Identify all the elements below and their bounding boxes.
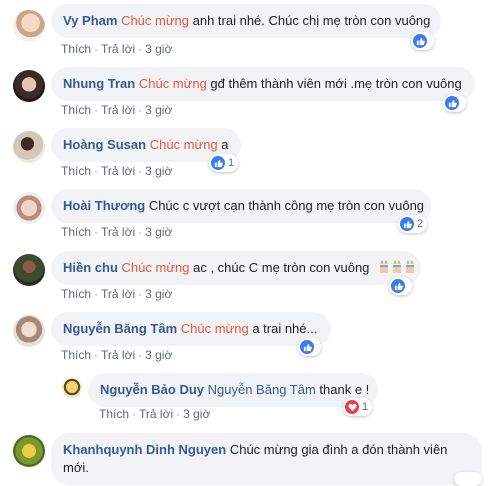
reply-link[interactable]: Trả lời bbox=[101, 287, 135, 301]
comment-bubble: Nguyễn Băng Tâm Chúc mừng a trai nhé... bbox=[51, 312, 331, 346]
like-icon bbox=[300, 340, 314, 354]
comment-time[interactable]: 3 giờ bbox=[145, 103, 172, 117]
like-link[interactable]: Thích bbox=[61, 103, 91, 117]
comment-bubble: Hoài Thương Chúc c vượt cạn thành công m… bbox=[51, 189, 431, 223]
comment-text: anh trai nhé. Chúc chị mẹ tròn con vuông bbox=[189, 13, 431, 28]
separator: · bbox=[94, 103, 99, 117]
like-icon bbox=[400, 217, 414, 231]
separator: · bbox=[138, 225, 143, 239]
comment-text: gđ thêm thành viên mới .mẹ tròn con vuôn… bbox=[206, 76, 462, 91]
reaction-badge[interactable]: 1 bbox=[209, 154, 239, 172]
avatar[interactable] bbox=[13, 131, 45, 163]
comment-text: Chúc c vượt cạn thành công mẹ tròn con v… bbox=[145, 198, 425, 213]
comment-bubble: Khanhquynh Dinh Nguyen Chúc mừng gia đìn… bbox=[51, 433, 482, 485]
reaction-badge[interactable] bbox=[389, 277, 412, 295]
separator: · bbox=[138, 287, 143, 301]
comment-actions: Thích · Trả lời · 3 giờ bbox=[61, 224, 172, 240]
comment-bubble: Hiền chu Chúc mừng ac , chúc C mẹ tròn c… bbox=[51, 251, 421, 285]
separator: · bbox=[176, 407, 181, 421]
reaction-count: 2 bbox=[417, 218, 424, 230]
separator: · bbox=[94, 164, 99, 178]
party-emoji-icon bbox=[377, 260, 416, 275]
avatar[interactable] bbox=[13, 10, 45, 42]
like-link[interactable]: Thích bbox=[61, 42, 91, 56]
comment-author[interactable]: Vy Pham bbox=[63, 13, 117, 28]
separator: · bbox=[138, 42, 143, 56]
reply-author[interactable]: Nguyễn Bảo Duy bbox=[100, 382, 204, 397]
comment-time[interactable]: 3 giờ bbox=[145, 225, 172, 239]
reaction-badge[interactable] bbox=[298, 338, 321, 356]
comment-actions: Thích · Trả lời · 3 giờ bbox=[61, 347, 172, 363]
avatar[interactable] bbox=[13, 435, 45, 467]
comment-text: a trai nhé... bbox=[248, 321, 318, 336]
comment-author[interactable]: Nhung Tran bbox=[63, 76, 135, 91]
reaction-badge[interactable] bbox=[411, 32, 434, 50]
reply-link[interactable]: Trả lời bbox=[101, 348, 135, 362]
like-icon bbox=[391, 279, 405, 293]
like-icon bbox=[413, 34, 427, 48]
comment-author[interactable]: Hoài Thương bbox=[63, 198, 145, 213]
comment-author[interactable]: Hiền chu bbox=[63, 260, 118, 275]
comment-text: ac , chúc C mẹ tròn con vuông bbox=[189, 260, 370, 275]
avatar[interactable] bbox=[13, 254, 45, 286]
like-link[interactable]: Thích bbox=[61, 348, 91, 362]
comment-highlight[interactable]: Chúc mừng bbox=[139, 76, 207, 91]
comment-time[interactable]: 3 giờ bbox=[145, 164, 172, 178]
avatar[interactable] bbox=[13, 192, 45, 224]
like-link[interactable]: Thích bbox=[99, 407, 129, 421]
comment-actions: Thích · Trả lời · 3 giờ bbox=[61, 41, 172, 57]
comment-bubble: Vy Pham Chúc mừng anh trai nhé. Chúc chị… bbox=[51, 4, 441, 38]
like-link[interactable]: Thích bbox=[61, 164, 91, 178]
comment-author[interactable]: Khanhquynh Dinh Nguyen bbox=[63, 442, 226, 457]
comment-actions: Thích · Trả lời · 3 giờ bbox=[61, 286, 172, 302]
comment-text: a bbox=[217, 137, 229, 152]
separator: · bbox=[138, 103, 143, 117]
like-icon bbox=[211, 156, 225, 170]
comment-actions: Thích · Trả lời · 3 giờ bbox=[61, 163, 172, 179]
separator: · bbox=[138, 348, 143, 362]
reply-text: thank e ! bbox=[315, 382, 370, 397]
reaction-badge[interactable] bbox=[454, 472, 482, 486]
separator: · bbox=[94, 348, 99, 362]
avatar[interactable] bbox=[62, 378, 82, 398]
comment-time[interactable]: 3 giờ bbox=[145, 42, 172, 56]
comment-highlight[interactable]: Chúc mừng bbox=[150, 137, 218, 152]
reaction-count: 1 bbox=[228, 157, 235, 169]
comment-time[interactable]: 3 giờ bbox=[145, 348, 172, 362]
comment-bubble: Nhung Tran Chúc mừng gđ thêm thành viên … bbox=[51, 67, 475, 101]
reaction-badge[interactable]: 2 bbox=[398, 215, 428, 233]
like-link[interactable]: Thích bbox=[61, 287, 91, 301]
reply-tag[interactable]: Nguyễn Băng Tâm bbox=[208, 382, 316, 397]
comment-author[interactable]: Nguyễn Băng Tâm bbox=[63, 321, 177, 336]
reaction-badge[interactable]: 1 bbox=[343, 398, 373, 416]
reply-link[interactable]: Trả lời bbox=[101, 42, 135, 56]
avatar[interactable] bbox=[13, 315, 45, 347]
separator: · bbox=[94, 42, 99, 56]
reply-link[interactable]: Trả lời bbox=[101, 103, 135, 117]
reply-link[interactable]: Trả lời bbox=[101, 164, 135, 178]
heart-icon bbox=[345, 400, 359, 414]
comment-time[interactable]: 3 giờ bbox=[145, 287, 172, 301]
like-icon bbox=[445, 96, 459, 110]
separator: · bbox=[138, 164, 143, 178]
comment-author[interactable]: Hoàng Susan bbox=[63, 137, 146, 152]
reply-actions: Thích · Trả lời · 3 giờ bbox=[99, 406, 210, 422]
separator: · bbox=[94, 287, 99, 301]
comment-actions: Thích · Trả lời · 3 giờ bbox=[61, 102, 172, 118]
comment-highlight[interactable]: Chúc mừng bbox=[121, 13, 189, 28]
reaction-count: 1 bbox=[362, 401, 369, 413]
avatar[interactable] bbox=[13, 70, 45, 102]
reply-link[interactable]: Trả lời bbox=[101, 225, 135, 239]
separator: · bbox=[132, 407, 137, 421]
comment-time[interactable]: 3 giờ bbox=[183, 407, 210, 421]
like-link[interactable]: Thích bbox=[61, 225, 91, 239]
comment-highlight[interactable]: Chúc mừng bbox=[181, 321, 249, 336]
reply-link[interactable]: Trả lời bbox=[139, 407, 173, 421]
comment-highlight[interactable]: Chúc mừng bbox=[122, 260, 190, 275]
reaction-badge[interactable] bbox=[443, 94, 466, 112]
reply-bubble: Nguyễn Bảo Duy Nguyễn Băng Tâm thank e ! bbox=[88, 373, 378, 407]
separator: · bbox=[94, 225, 99, 239]
